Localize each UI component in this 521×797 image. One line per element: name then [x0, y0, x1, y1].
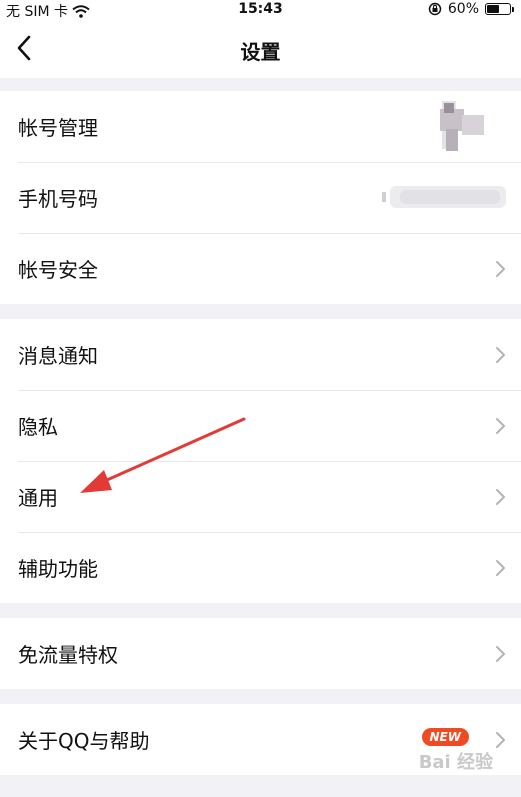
settings-row-label: 消息通知	[18, 344, 98, 368]
settings-row-account-security[interactable]: 帐号安全	[0, 233, 521, 304]
blurred-phone-number	[382, 186, 506, 208]
settings-row-label: 辅助功能	[18, 557, 98, 581]
settings-group-general: 消息通知 隐私 通用 辅助功能	[0, 319, 521, 603]
settings-row-label: 隐私	[18, 415, 58, 439]
settings-row-account-management[interactable]: 帐号管理	[0, 91, 521, 162]
settings-row-label: 关于QQ与帮助	[18, 729, 150, 753]
chevron-right-icon	[496, 347, 505, 363]
settings-group-data-privilege: 免流量特权	[0, 618, 521, 689]
settings-row-label: 手机号码	[18, 187, 98, 211]
chevron-right-icon	[496, 732, 505, 748]
settings-row-general[interactable]: 通用	[0, 461, 521, 532]
settings-row-accessibility[interactable]: 辅助功能	[0, 532, 521, 603]
chevron-right-icon	[496, 489, 505, 505]
settings-row-label: 通用	[18, 486, 58, 510]
chevron-right-icon	[496, 261, 505, 277]
battery-percent: 60%	[447, 1, 479, 17]
rotation-lock-icon	[428, 2, 442, 16]
settings-row-label: 帐号安全	[18, 258, 98, 282]
watermark: Bai 经验	[418, 752, 493, 773]
settings-row-free-data[interactable]: 免流量特权	[0, 618, 521, 689]
battery-level	[487, 5, 499, 13]
settings-row-phone-number[interactable]: 手机号码	[0, 162, 521, 233]
settings-group-account: 帐号管理 手机号码 帐号安全	[0, 91, 521, 304]
battery-icon	[485, 3, 514, 15]
settings-row-privacy[interactable]: 隐私	[0, 390, 521, 461]
new-badge: NEW	[421, 728, 469, 746]
status-bar: 无 SIM 卡 15:43 60%	[0, 0, 521, 20]
chevron-right-icon	[496, 560, 505, 576]
settings-row-label: 帐号管理	[18, 116, 98, 140]
chevron-right-icon	[496, 418, 505, 434]
blurred-avatar	[440, 99, 488, 153]
page-title: 设置	[240, 40, 281, 64]
settings-row-notifications[interactable]: 消息通知	[0, 319, 521, 390]
settings-row-label: 免流量特权	[18, 643, 118, 667]
nav-bar: 设置	[0, 20, 521, 78]
status-right: 60%	[428, 1, 514, 17]
chevron-right-icon	[496, 646, 505, 662]
